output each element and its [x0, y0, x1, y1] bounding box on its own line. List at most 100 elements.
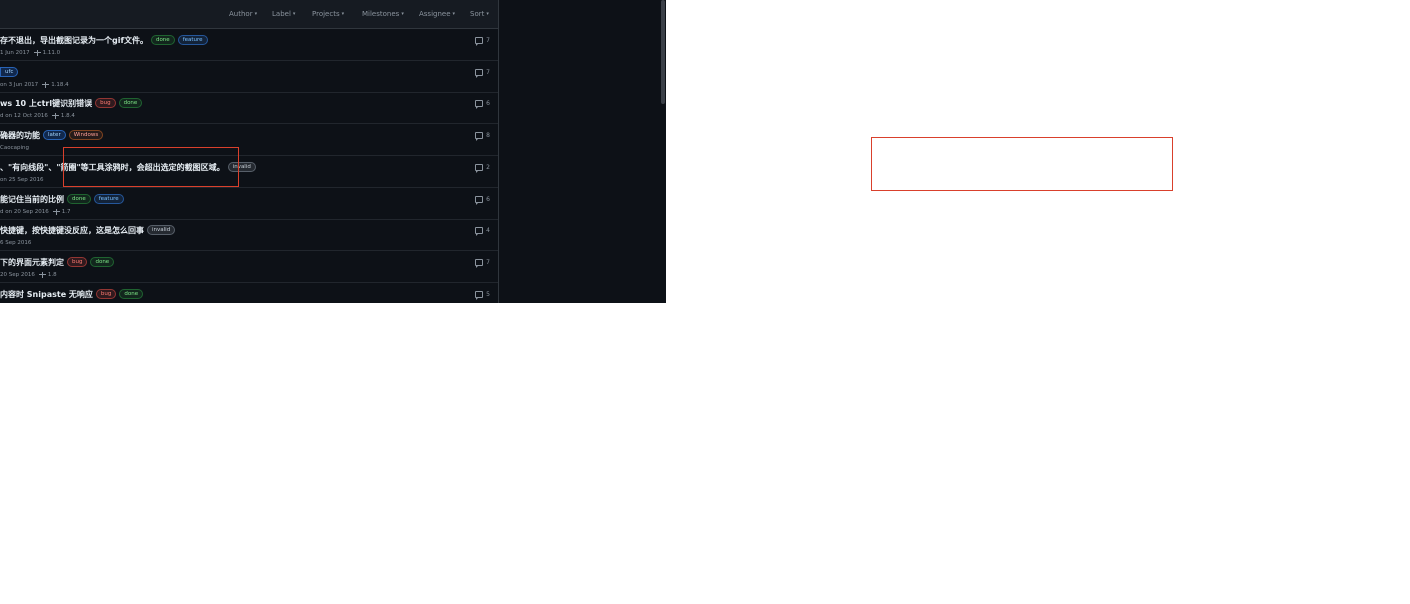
comment-icon: [475, 99, 484, 109]
issue-milestone-link[interactable]: 1.7: [62, 209, 71, 215]
issue-title-link[interactable]: 快捷键，按快捷键没反应，这是怎么回事: [0, 225, 144, 236]
issue-row[interactable]: 能记住当前的比例 done feature d on 20 Sep 2016 1.7 6: [0, 188, 498, 220]
issue-opened-text: 1 Jun 2017: [0, 49, 30, 56]
issue-title-line: 下的界面元素判定 bug done: [0, 256, 115, 268]
comment-icon: [475, 195, 484, 205]
chevron-down-icon: ▾: [486, 11, 489, 17]
empty-annotation-box: [871, 137, 1173, 191]
comment-icon: [475, 131, 484, 141]
issue-label-ufc[interactable]: ufc: [0, 67, 19, 77]
chevron-down-icon: ▾: [292, 11, 296, 17]
issue-label-done[interactable]: done: [119, 289, 144, 299]
issue-meta-line: Caocaping: [0, 143, 29, 152]
issue-row[interactable]: 确器的功能 later Windows Caocaping 8: [0, 124, 498, 156]
issue-label-windows[interactable]: Windows: [68, 130, 104, 140]
issue-comments-link[interactable]: 8: [475, 130, 490, 141]
issue-meta-line: 20 Sep 2016 1.8: [0, 270, 57, 279]
issue-meta-line: on 25 Sep 2016: [0, 175, 43, 184]
issue-label-bug[interactable]: bug: [67, 257, 88, 267]
issue-row[interactable]: 存不退出，导出截图记录为一个gif文件。 done feature 1 Jun 201…: [0, 29, 498, 61]
comment-icon: [475, 226, 484, 236]
filter-author[interactable]: Author ▾: [229, 0, 257, 28]
chevron-down-icon: ▾: [341, 11, 345, 17]
issue-milestone-link[interactable]: 1.8: [48, 272, 57, 278]
issue-title-link[interactable]: 内容时 Snipaste 无响应: [0, 289, 93, 300]
issue-comments-link[interactable]: 7: [475, 257, 490, 268]
issue-comments-link[interactable]: 6: [475, 194, 490, 205]
issue-row[interactable]: 内容时 Snipaste 无响应 bug done 5: [0, 283, 498, 303]
issue-row[interactable]: 下的界面元素判定 bug done 20 Sep 2016 1.8 7: [0, 251, 498, 283]
issue-label-bug[interactable]: bug: [95, 289, 117, 299]
comment-icon: [475, 258, 484, 268]
issue-title-link[interactable]: 确器的功能: [0, 130, 40, 141]
scrollbar-thumb[interactable]: [661, 0, 665, 104]
issue-label-done[interactable]: done: [67, 194, 91, 204]
comment-icon: [475, 68, 484, 78]
issue-title-line: 、"有向线段"、"箭圈"等工具涂鸦时，会超出选定的截图区域。 invalid: [0, 161, 256, 173]
comment-icon: [475, 163, 484, 173]
issue-opened-text: 20 Sep 2016: [0, 271, 35, 278]
issue-comments-link[interactable]: 7: [475, 67, 490, 78]
issue-label-later[interactable]: later: [43, 130, 66, 140]
issue-label-feature[interactable]: feature: [177, 35, 208, 45]
filter-projects-label: Projects: [312, 10, 340, 18]
filter-label[interactable]: Label ▾: [272, 0, 295, 28]
issue-opened-text: 6 Sep 2016: [0, 239, 32, 246]
issue-milestone-link[interactable]: 1.11.0: [43, 50, 61, 56]
issue-milestone-link[interactable]: 1.8.4: [61, 113, 75, 119]
issue-label-done[interactable]: done: [150, 35, 175, 45]
issue-title-line: 确器的功能 later Windows: [0, 129, 104, 141]
issue-title-link[interactable]: 能记住当前的比例: [0, 194, 64, 205]
issue-row[interactable]: ws 10 上ctrl键识别错误 bug done d on 12 Oct 2016 1…: [0, 92, 498, 124]
milestone-icon: [42, 81, 50, 88]
issue-comments-link[interactable]: 2: [475, 162, 490, 173]
issue-comment-count: 4: [486, 226, 490, 234]
issue-row[interactable]: 、"有向线段"、"箭圈"等工具涂鸦时，会超出选定的截图区域。 invalid on …: [0, 156, 498, 188]
milestone-icon: [52, 208, 60, 215]
issue-opened-text: d on 12 Oct 2016: [0, 112, 48, 119]
issue-title-line: 能记住当前的比例 done feature: [0, 193, 124, 205]
issue-opened-text: Caocaping: [0, 144, 29, 151]
issues-list-panel: Author ▾ Label ▾ Projects ▾ Milestones ▾ Ass…: [0, 0, 499, 303]
issue-row[interactable]: 快捷键，按快捷键没反应，这是怎么回事 invalid 6 Sep 2016 4: [0, 219, 498, 251]
issue-opened-text: on 25 Sep 2016: [0, 176, 44, 183]
issue-comments-link[interactable]: 7: [475, 35, 490, 46]
issue-title-link[interactable]: 下的界面元素判定: [0, 257, 64, 268]
issue-comments-link[interactable]: 4: [475, 225, 490, 236]
issue-label-done[interactable]: done: [118, 98, 143, 108]
issue-label-invalid[interactable]: invalid: [227, 162, 256, 172]
issue-comments-link[interactable]: 5: [475, 289, 490, 300]
filter-milestones-label: Milestones: [362, 10, 400, 18]
issue-label-done[interactable]: done: [90, 257, 115, 267]
filter-sort[interactable]: Sort ▾: [470, 0, 489, 28]
filter-milestones[interactable]: Milestones ▾: [362, 0, 404, 28]
issue-title-link[interactable]: ws 10 上ctrl键识别错误: [0, 98, 92, 109]
issue-label-invalid[interactable]: invalid: [147, 225, 176, 235]
issue-title-link[interactable]: 、"有向线段"、"箭圈"等工具涂鸦时，会超出选定的截图区域。: [0, 162, 225, 173]
issue-title-line: ufc: [0, 66, 19, 78]
issue-comment-count: 7: [486, 258, 490, 266]
milestone-icon: [51, 112, 59, 119]
issue-meta-line: d on 12 Oct 2016 1.8.4: [0, 111, 75, 120]
filter-label-label: Label: [272, 10, 291, 18]
issue-label-feature[interactable]: feature: [93, 194, 124, 204]
chevron-down-icon: ▾: [452, 11, 456, 17]
filter-assignee-label: Assignee: [419, 10, 451, 18]
issue-comment-count: 5: [486, 290, 490, 298]
issue-comment-count: 8: [486, 131, 490, 139]
issue-label-bug[interactable]: bug: [95, 98, 116, 108]
issue-meta-line: 1 Jun 2017 1.11.0: [0, 48, 60, 57]
issue-opened-text: on 3 Jun 2017: [0, 81, 39, 88]
issue-row[interactable]: ufc on 3 Jun 2017 1.18.4 7: [0, 61, 498, 93]
issue-comment-count: 7: [486, 68, 490, 76]
filter-sort-label: Sort: [470, 10, 485, 18]
filter-projects[interactable]: Projects ▾: [312, 0, 344, 28]
filter-assignee[interactable]: Assignee ▾: [419, 0, 455, 28]
issue-comment-count: 6: [486, 99, 490, 107]
issue-title-line: ws 10 上ctrl键识别错误 bug done: [0, 97, 143, 109]
issue-title-link[interactable]: 存不退出，导出截图记录为一个gif文件。: [0, 35, 148, 46]
issue-comment-count: 7: [486, 36, 490, 44]
chevron-down-icon: ▾: [254, 11, 258, 17]
issue-milestone-link[interactable]: 1.18.4: [51, 82, 69, 88]
issue-comments-link[interactable]: 6: [475, 98, 490, 109]
